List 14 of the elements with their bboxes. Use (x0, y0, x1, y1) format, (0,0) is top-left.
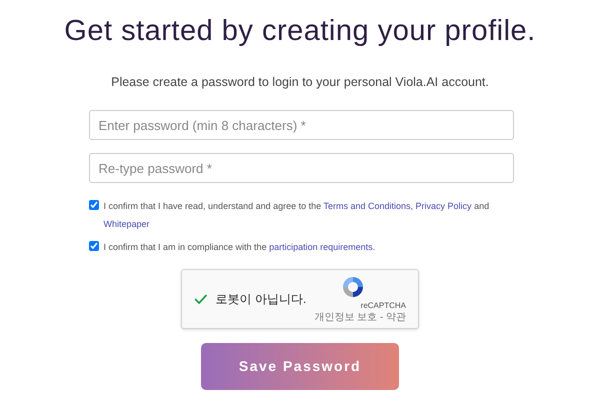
save-password-button[interactable]: Save Password (201, 343, 399, 390)
captcha-label: 로봇이 아닙니다. (216, 291, 306, 308)
recaptcha-brand: reCAPTCHA (360, 300, 406, 312)
policy-link[interactable]: Whitepaper (104, 219, 150, 230)
policy-link[interactable]: Terms and Conditions (323, 201, 411, 212)
agreement-text: I confirm that I have read, understand and agree to the Terms and Conditions, Privacy Policy and Whitepaper (104, 200, 490, 232)
page-title: Get started by creating your profile. (64, 14, 536, 49)
agreement-text: I confirm that I am in compliance with the participation requirements. (104, 241, 376, 254)
captcha-terms[interactable]: 개인정보 보호 - 약관 (314, 312, 406, 324)
password-field[interactable]: Enter password (min 8 characters) * (88, 110, 514, 140)
password-field[interactable]: Re-type password * (88, 153, 514, 184)
subtitle: Please create a password to login to your personal Viola.AI account. (111, 74, 489, 91)
policy-link[interactable]: participation requirements (269, 242, 373, 252)
policy-link[interactable]: Privacy Policy (416, 201, 472, 212)
